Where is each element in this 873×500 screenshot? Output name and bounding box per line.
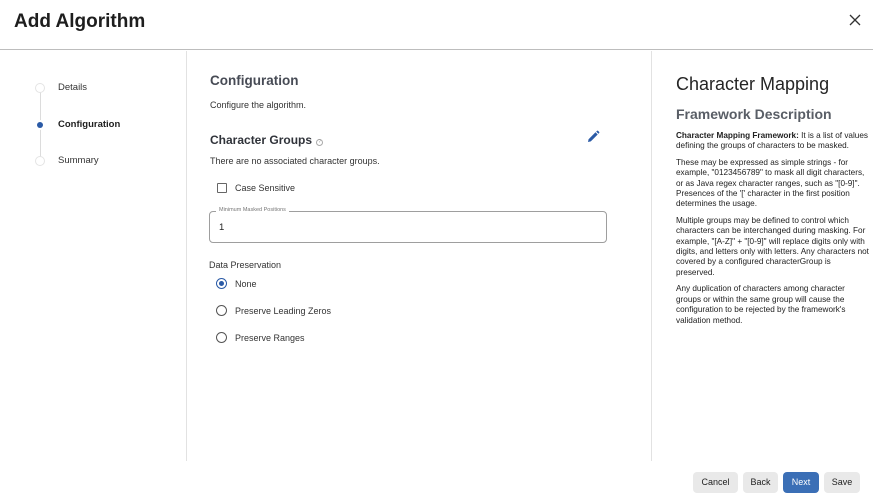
radio-button[interactable] — [216, 332, 227, 343]
step-label: Configuration — [58, 119, 120, 130]
dialog-header: Add Algorithm — [0, 0, 873, 50]
radio-button[interactable] — [216, 278, 227, 289]
step-indicator — [35, 120, 45, 130]
help-intro-bold: Character Mapping Framework: — [676, 131, 799, 140]
help-panel-subtitle: Framework Description — [676, 106, 832, 122]
character-groups-title: Character Groups — [210, 133, 312, 147]
radio-button[interactable] — [216, 305, 227, 316]
help-paragraph: Multiple groups may be defined to contro… — [676, 216, 869, 278]
help-panel-title: Character Mapping — [676, 74, 829, 95]
field-label: Minimum Masked Positions — [216, 207, 289, 213]
radio-label: Preserve Ranges — [235, 333, 305, 343]
section-subtitle: Configure the algorithm. — [210, 100, 306, 110]
help-paragraph: These may be expressed as simple strings… — [676, 158, 869, 210]
no-groups-message: There are no associated character groups… — [210, 156, 380, 166]
back-button[interactable]: Back — [743, 472, 778, 493]
next-button[interactable]: Next — [783, 472, 819, 493]
edit-icon[interactable] — [586, 130, 600, 144]
character-groups-heading: Character Groups? — [210, 133, 323, 147]
configuration-form: Configuration Configure the algorithm. C… — [188, 51, 652, 461]
help-panel: Character Mapping Framework Description … — [653, 51, 873, 461]
dialog-title: Add Algorithm — [14, 11, 145, 33]
min-masked-positions-input[interactable] — [219, 222, 589, 233]
help-paragraph: Character Mapping Framework: It is a lis… — [676, 131, 869, 152]
stepper: Details Configuration Summary — [0, 51, 187, 461]
save-button[interactable]: Save — [824, 472, 860, 493]
radio-label: Preserve Leading Zeros — [235, 306, 331, 316]
step-label: Details — [58, 82, 87, 93]
help-paragraph: Any duplication of characters among char… — [676, 284, 869, 326]
data-preservation-label: Data Preservation — [209, 260, 281, 270]
step-label: Summary — [58, 155, 99, 166]
cancel-button[interactable]: Cancel — [693, 472, 738, 493]
step-indicator — [35, 156, 45, 166]
checkbox-box[interactable] — [217, 183, 227, 193]
help-icon[interactable]: ? — [316, 139, 323, 146]
radio-label: None — [235, 279, 257, 289]
checkbox-label: Case Sensitive — [235, 183, 295, 193]
help-panel-body: Character Mapping Framework: It is a lis… — [676, 131, 869, 332]
step-indicator — [35, 83, 45, 93]
section-title: Configuration — [210, 73, 298, 88]
close-icon[interactable] — [848, 13, 862, 27]
min-masked-positions-field[interactable]: Minimum Masked Positions — [209, 211, 607, 243]
